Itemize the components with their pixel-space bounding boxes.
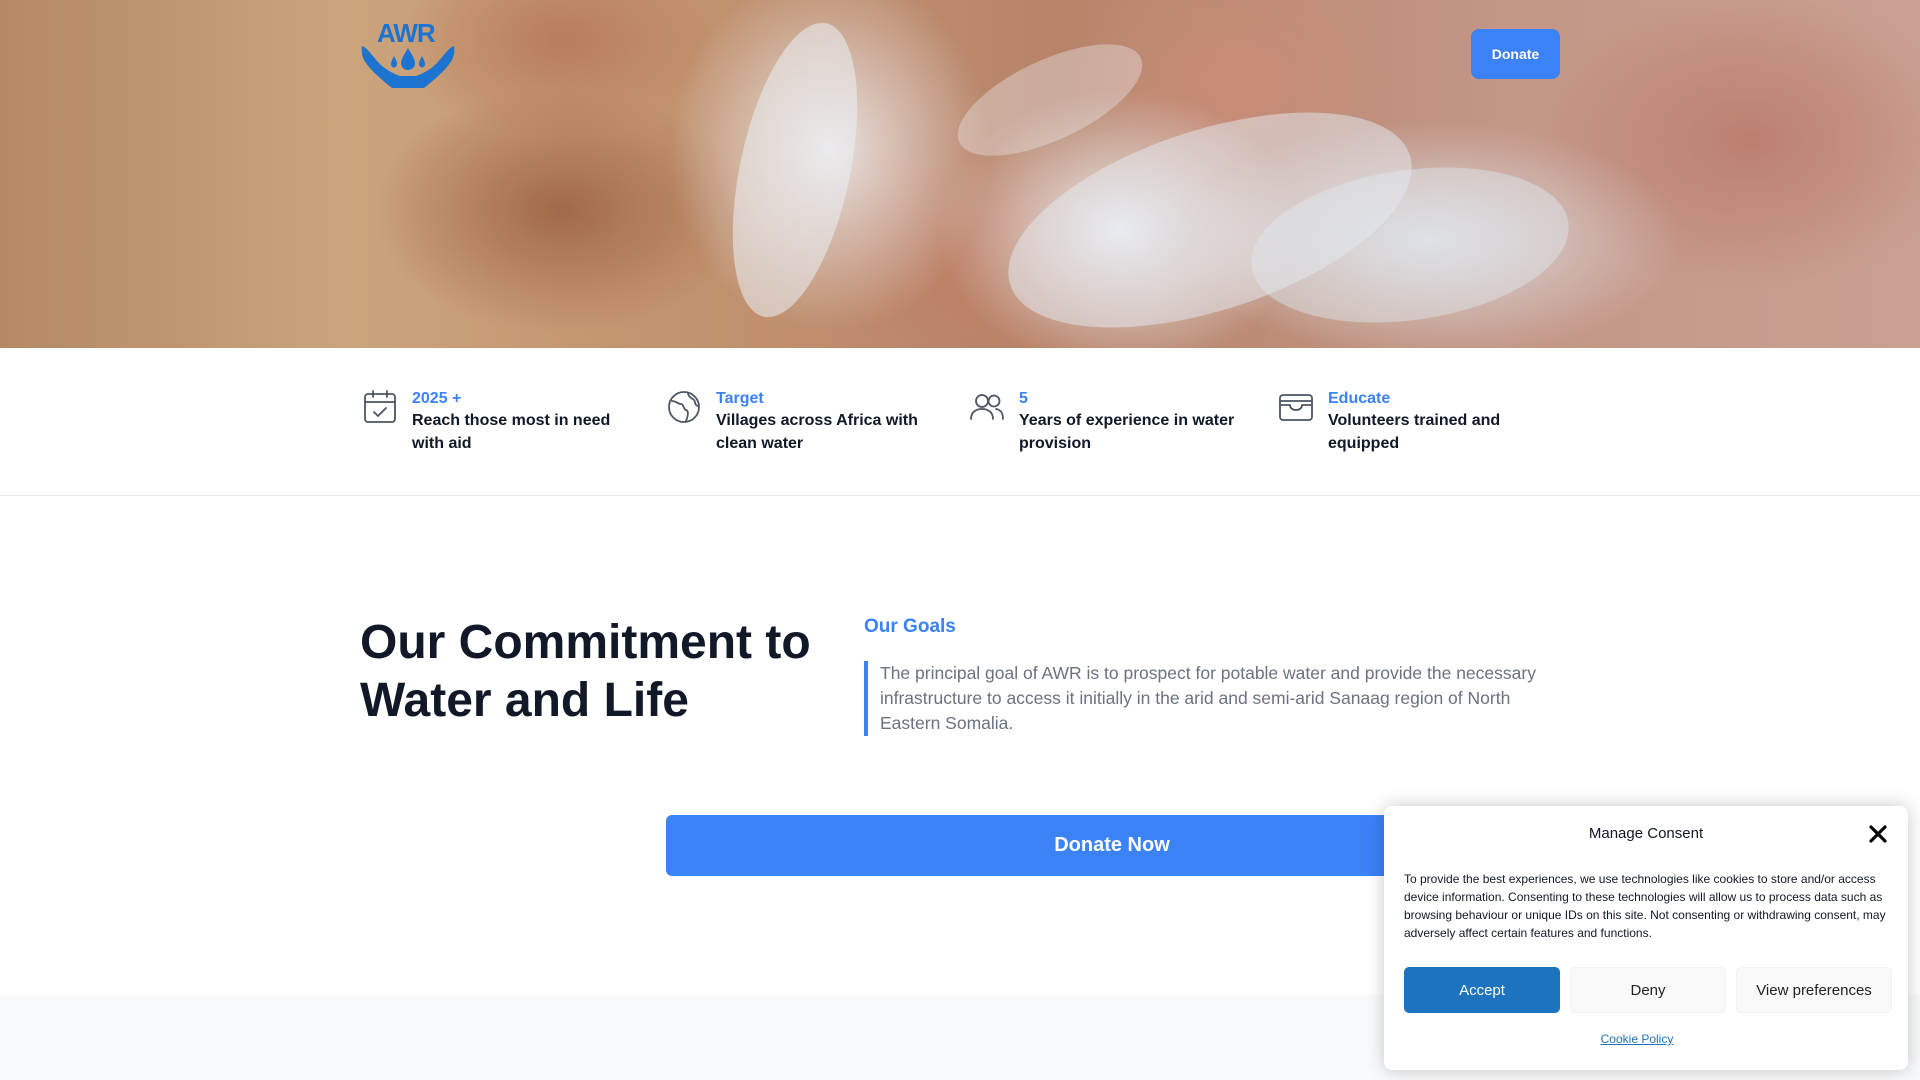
commitment-headline: Our Commitment to Water and Life bbox=[360, 616, 811, 727]
globe-icon bbox=[668, 391, 700, 423]
stat-title: 2025 + bbox=[412, 390, 462, 407]
consent-text: To provide the best experiences, we use … bbox=[1404, 872, 1886, 940]
stat-item: Target Villages across Africa with clean… bbox=[666, 388, 938, 455]
users-icon bbox=[970, 394, 1004, 420]
goals-text: The principal goal of AWR is to prospect… bbox=[864, 661, 1570, 736]
stats-bar: 2025 + Reach those most in need with aid… bbox=[0, 348, 1920, 496]
header-donate-button[interactable]: Donate bbox=[1471, 29, 1560, 79]
awr-logo[interactable]: AWR bbox=[360, 18, 456, 88]
consent-dialog: Manage Consent To provide the best exper… bbox=[1384, 806, 1908, 1070]
accept-button[interactable]: Accept bbox=[1404, 967, 1560, 1013]
cookie-policy-link[interactable]: Cookie Policy bbox=[1384, 1032, 1890, 1046]
stat-item: 5 Years of experience in water provision bbox=[969, 388, 1251, 455]
stat-title: 5 bbox=[1019, 390, 1028, 407]
card-icon bbox=[1279, 394, 1313, 421]
goals-label: Our Goals bbox=[864, 616, 956, 637]
stat-title: Target bbox=[716, 390, 764, 407]
stat-description: Years of experience in water provision bbox=[1019, 412, 1235, 452]
stat-item: 2025 + Reach those most in need with aid bbox=[362, 388, 627, 455]
hero-image: AWR Donate bbox=[0, 0, 1920, 348]
calendar-check-icon bbox=[364, 390, 396, 423]
consent-title: Manage Consent bbox=[1588, 825, 1704, 842]
stat-description: Villages across Africa with clean water bbox=[716, 412, 918, 452]
stat-description: Reach those most in need with aid bbox=[412, 412, 611, 452]
stat-title: Educate bbox=[1328, 390, 1391, 407]
hands-water-icon bbox=[361, 46, 455, 88]
stat-item: Educate Volunteers trained and equipped bbox=[1278, 388, 1543, 455]
close-icon[interactable] bbox=[1866, 822, 1890, 846]
view-preferences-button[interactable]: View preferences bbox=[1736, 967, 1892, 1013]
deny-button[interactable]: Deny bbox=[1570, 967, 1726, 1013]
stat-description: Volunteers trained and equipped bbox=[1328, 412, 1501, 452]
